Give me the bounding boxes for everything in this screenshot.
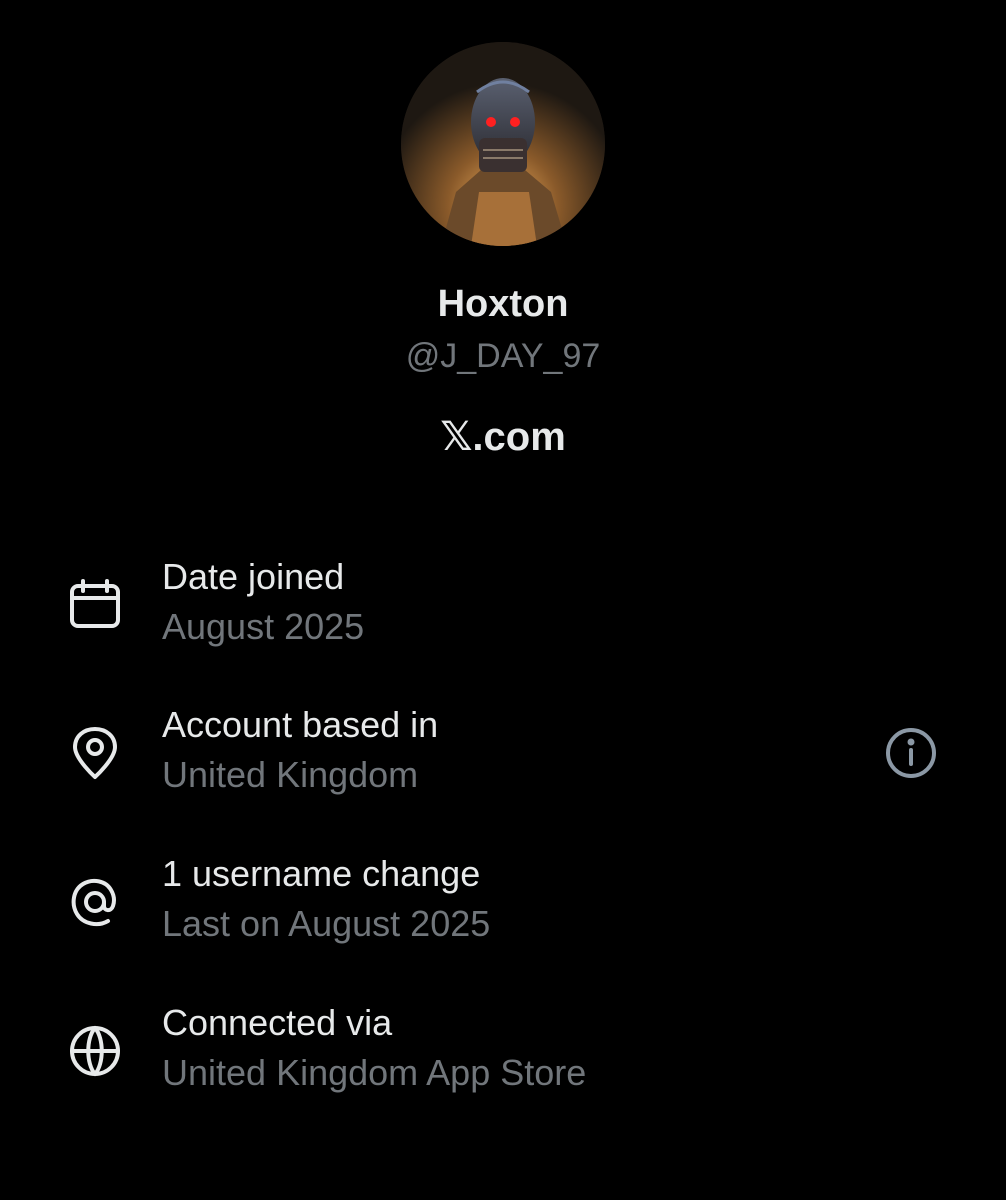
username-handle: @J_DAY_97 xyxy=(405,337,601,375)
username-change-value: Last on August 2025 xyxy=(162,903,491,944)
date-joined-row: Date joined August 2025 xyxy=(0,554,1006,664)
connected-via-row: Connected via United Kingdom App Store xyxy=(0,1000,1006,1110)
info-icon[interactable] xyxy=(884,726,938,780)
account-based-in-value: United Kingdom xyxy=(162,754,419,795)
x-brand-label: 𝕏.com xyxy=(440,415,566,459)
date-joined-value: August 2025 xyxy=(162,606,365,647)
account-based-in-row: Account based in United Kingdom xyxy=(0,702,1006,812)
connected-via-label: Connected via xyxy=(162,1002,393,1043)
calendar-icon xyxy=(68,578,122,632)
globe-icon xyxy=(68,1024,122,1078)
connected-via-value: United Kingdom App Store xyxy=(162,1052,587,1093)
username-change-label: 1 username change xyxy=(162,853,481,894)
at-sign-icon xyxy=(68,875,122,929)
username-change-row: 1 username change Last on August 2025 xyxy=(0,851,1006,961)
location-pin-icon xyxy=(68,726,122,780)
account-based-in-label: Account based in xyxy=(162,704,439,745)
avatar[interactable] xyxy=(401,42,605,246)
display-name: Hoxton xyxy=(437,283,569,325)
date-joined-label: Date joined xyxy=(162,556,345,597)
